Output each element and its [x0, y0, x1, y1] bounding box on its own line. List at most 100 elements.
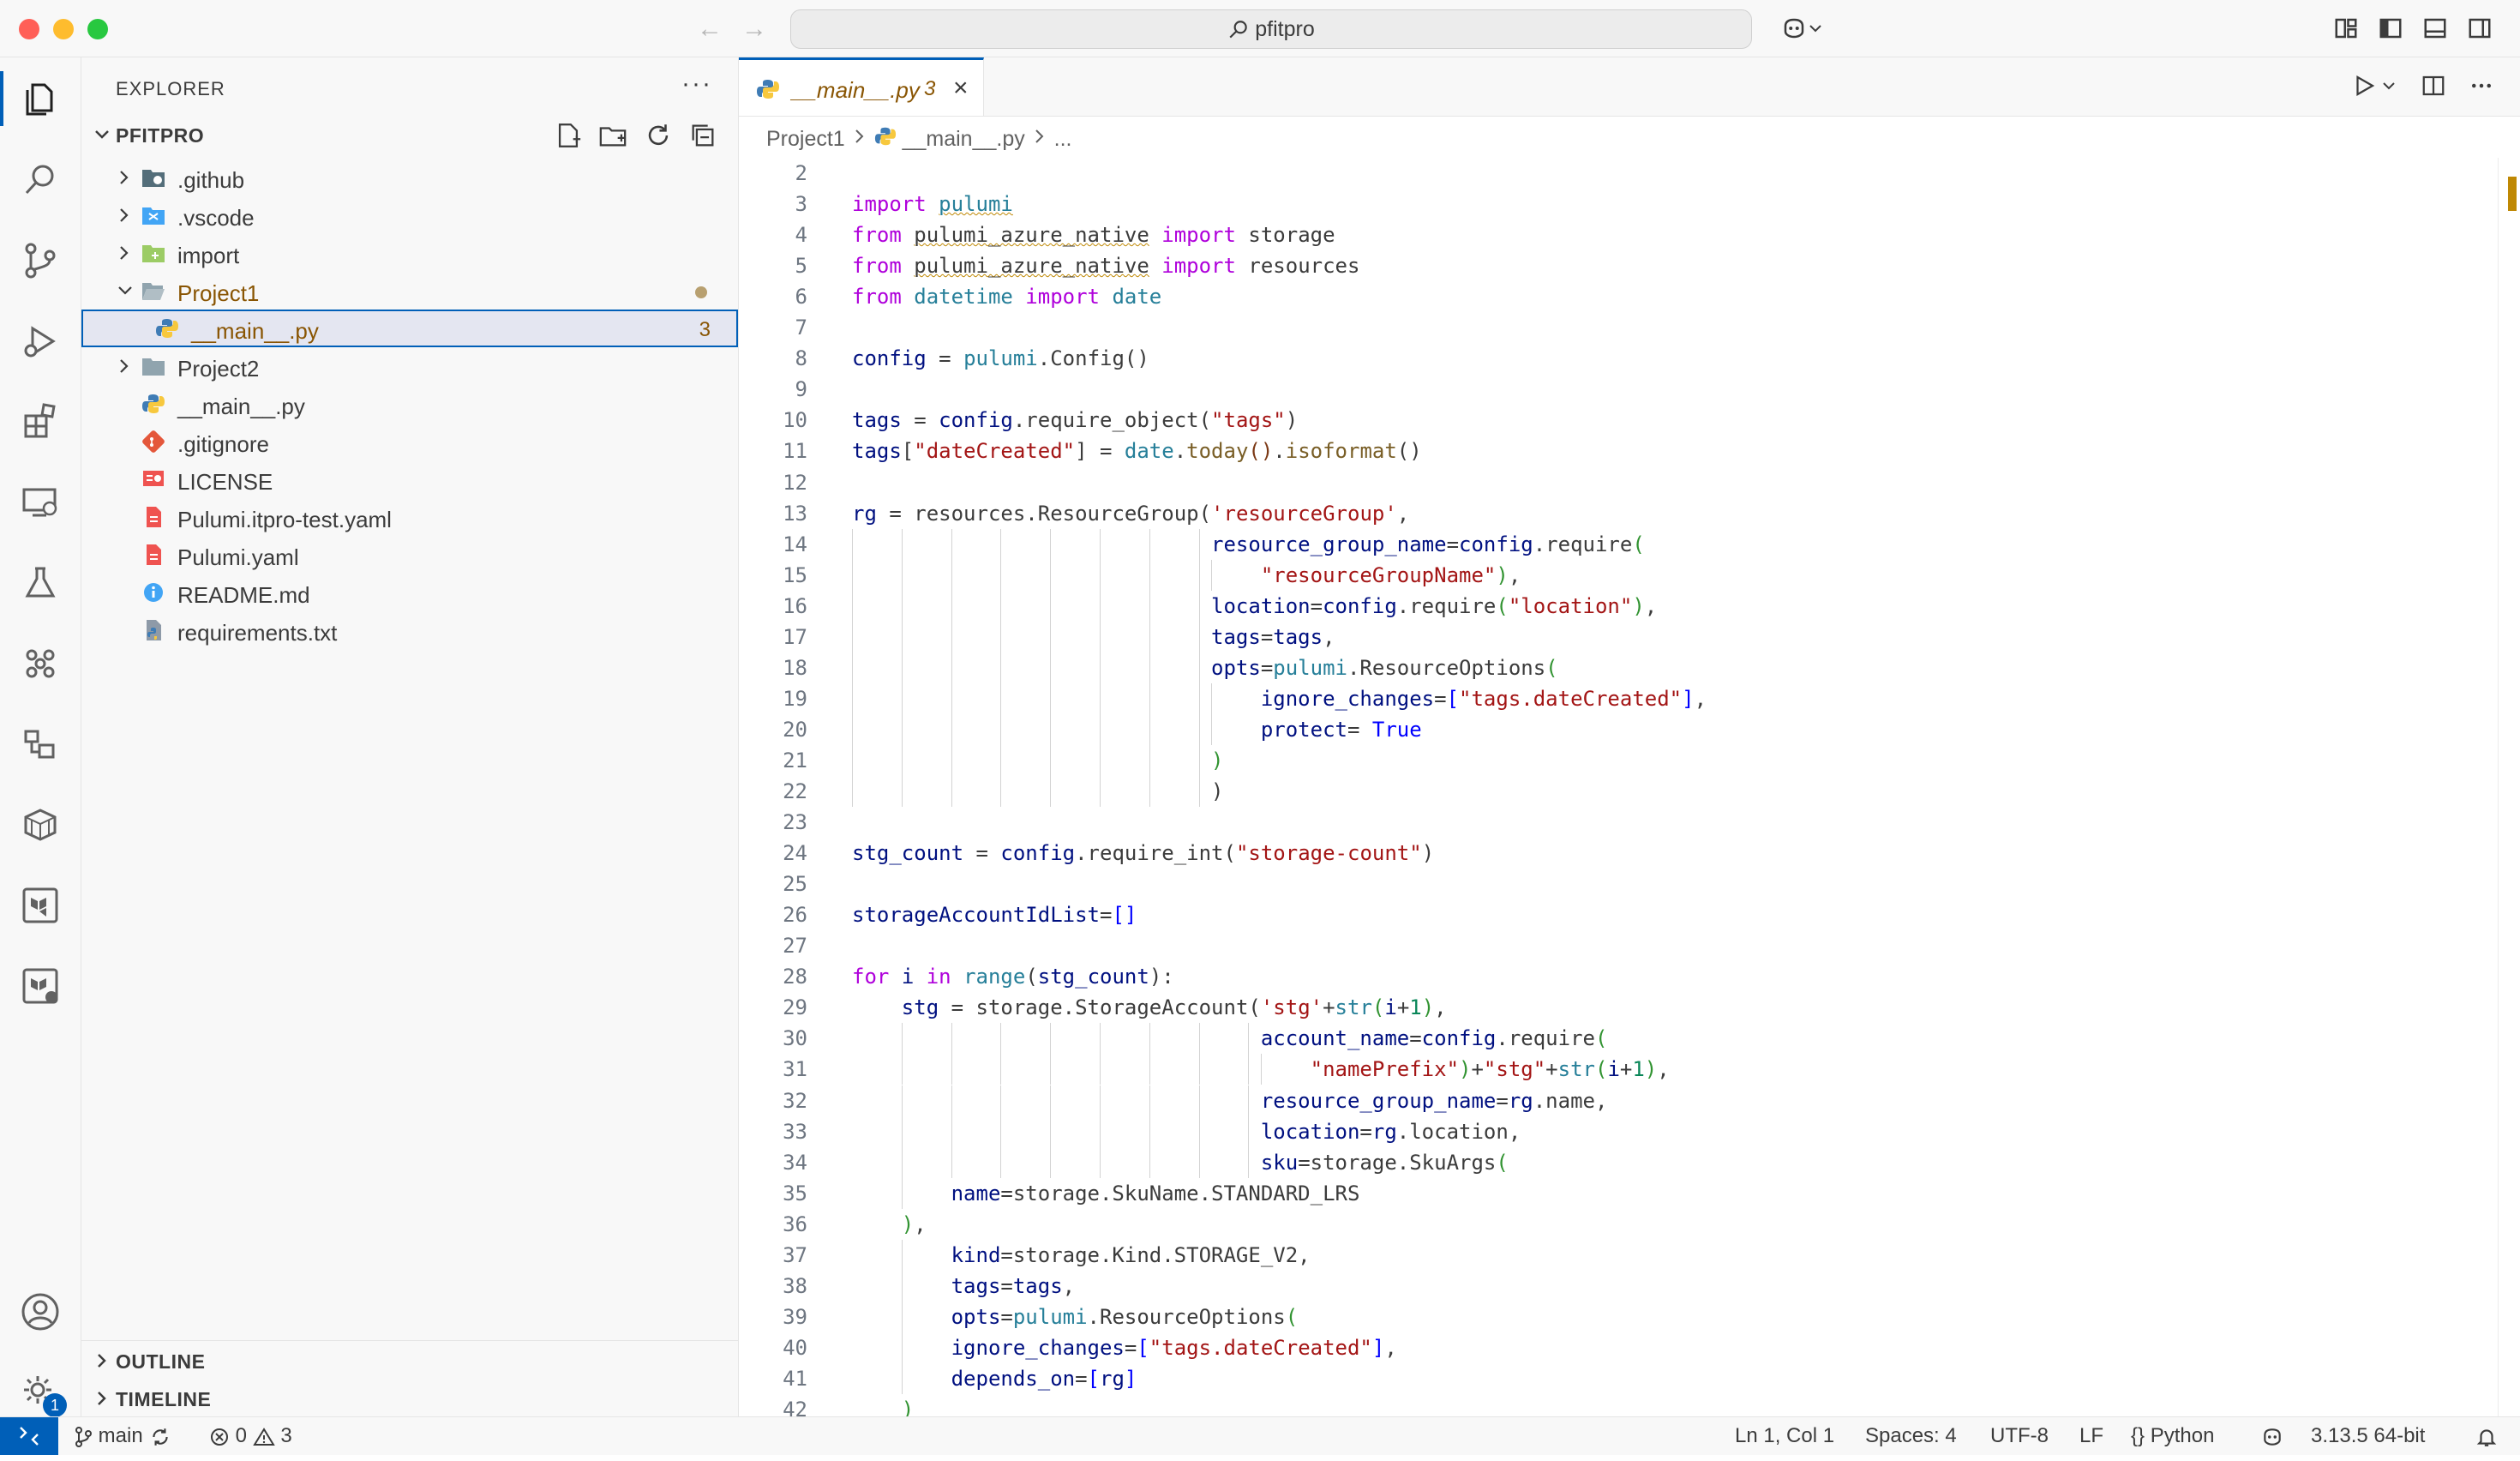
code-line[interactable]: 36 ),	[739, 1209, 2496, 1240]
code-line[interactable]: 15 "resourceGroupName"),	[739, 559, 2496, 591]
code-line[interactable]: 25	[739, 869, 2496, 899]
code-line[interactable]: 18 opts=pulumi.ResourceOptions(	[739, 652, 2496, 683]
tree-item-requirements-txt[interactable]: requirements.txt	[81, 611, 738, 649]
overview-ruler[interactable]	[2498, 158, 2520, 1416]
tree-item-pulumi-yaml[interactable]: Pulumi.yaml	[81, 536, 738, 574]
tree-item-main-py[interactable]: __main__.py	[81, 385, 738, 423]
account-icon[interactable]	[19, 1290, 62, 1333]
breadcrumb-folder[interactable]: Project1	[766, 127, 845, 151]
arrow-right-icon[interactable]: →	[739, 14, 770, 45]
testing-icon[interactable]	[19, 562, 62, 604]
code-line[interactable]: 33 location=rg.location,	[739, 1115, 2496, 1147]
code-line[interactable]: 21 )	[739, 744, 2496, 776]
terraform-cloud-icon[interactable]	[19, 965, 62, 1007]
outline-section-header[interactable]: OUTLINE	[81, 1342, 738, 1380]
code-line[interactable]: 39 opts=pulumi.ResourceOptions(	[739, 1301, 2496, 1332]
tree-item-project2[interactable]: Project2	[81, 347, 738, 385]
project-section-header[interactable]: PFITPRO	[81, 116, 738, 153]
collapse-all-icon[interactable]	[688, 121, 717, 150]
run-debug-icon[interactable]	[19, 320, 62, 363]
code-line[interactable]: 3 import pulumi	[739, 189, 2496, 219]
tree-item-gitignore[interactable]: .gitignore	[81, 423, 738, 460]
more-actions-icon[interactable]: ···	[681, 69, 712, 99]
code-line[interactable]: 6 from datetime import date	[739, 281, 2496, 312]
manage-gear-icon[interactable]: 1	[19, 1371, 67, 1417]
tree-item-import[interactable]: import	[81, 234, 738, 272]
copilot-status-icon[interactable]	[2259, 1424, 2285, 1448]
containers-icon[interactable]	[19, 803, 62, 846]
toggle-secondary-sidebar-icon[interactable]	[2467, 15, 2493, 41]
chevron-down-icon[interactable]	[2380, 73, 2397, 103]
tree-item-pulumi-itpro-test-yaml[interactable]: Pulumi.itpro-test.yaml	[81, 498, 738, 536]
code-line[interactable]: 2	[739, 158, 2496, 189]
code-line[interactable]: 22 )	[739, 776, 2496, 807]
tree-item-project1[interactable]: Project1	[81, 272, 738, 310]
toggle-panel-icon[interactable]	[2422, 15, 2448, 41]
code-line[interactable]: 8 config = pulumi.Config()	[739, 343, 2496, 374]
language-mode[interactable]: {} Python	[2131, 1424, 2214, 1448]
code-line[interactable]: 13 rg = resources.ResourceGroup('resource…	[739, 498, 2496, 529]
tree-item-main-py-project1[interactable]: __main__.py 3	[81, 310, 738, 347]
extensions-icon[interactable]	[19, 400, 62, 443]
code-line[interactable]: 14 resource_group_name=config.require(	[739, 528, 2496, 560]
code-line[interactable]: 16 location=config.require("location"),	[739, 590, 2496, 622]
code-line[interactable]: 28 for i in range(stg_count):	[739, 961, 2496, 992]
tree-item-readme[interactable]: README.md	[81, 574, 738, 611]
code-line[interactable]: 11 tags["dateCreated"] = date.today().iso…	[739, 436, 2496, 466]
code-editor[interactable]: 2 3 import pulumi 4 from pulumi_azure_native…	[739, 158, 2496, 1416]
python-interpreter[interactable]: 3.13.5 64-bit	[2311, 1424, 2425, 1448]
close-window-button[interactable]	[19, 19, 39, 39]
customize-layout-icon[interactable]	[2333, 15, 2359, 41]
toggle-primary-sidebar-icon[interactable]	[2378, 15, 2403, 41]
sync-icon[interactable]	[148, 1426, 172, 1448]
source-control-icon[interactable]	[19, 239, 62, 282]
more-actions-icon[interactable]	[2469, 73, 2494, 103]
breadcrumb-symbol[interactable]: ...	[1054, 127, 1072, 151]
code-line[interactable]: 30 account_name=config.require(	[739, 1023, 2496, 1055]
code-line[interactable]: 38 tags=tags,	[739, 1270, 2496, 1302]
close-icon[interactable]: ×	[953, 74, 969, 103]
chevron-down-icon[interactable]	[1807, 15, 1824, 41]
arrow-left-icon[interactable]: ←	[694, 14, 725, 45]
tree-item-vscode[interactable]: .vscode	[81, 196, 738, 234]
code-line[interactable]: 40 ignore_changes=["tags.dateCreated"],	[739, 1332, 2496, 1363]
remote-indicator[interactable]	[0, 1417, 58, 1455]
code-line[interactable]: 7	[739, 312, 2496, 343]
code-line[interactable]: 17 tags=tags,	[739, 621, 2496, 652]
remote-explorer-icon[interactable]	[19, 481, 62, 524]
new-file-icon[interactable]	[554, 121, 583, 150]
copilot-icon[interactable]	[1781, 15, 1807, 41]
code-line[interactable]: 37 kind=storage.Kind.STORAGE_V2,	[739, 1239, 2496, 1271]
code-line[interactable]: 35 name=storage.SkuName.STANDARD_LRS	[739, 1177, 2496, 1209]
branch-indicator[interactable]: main	[74, 1424, 172, 1448]
run-python-icon[interactable]	[2351, 73, 2377, 103]
refresh-icon[interactable]	[644, 121, 673, 150]
pulumi-icon[interactable]	[19, 642, 62, 685]
indentation[interactable]: Spaces: 4	[1865, 1424, 1957, 1448]
problems-indicator[interactable]: 0 3	[209, 1424, 292, 1448]
new-folder-icon[interactable]	[598, 121, 627, 150]
terraform-icon[interactable]	[19, 884, 62, 927]
code-line[interactable]: 34 sku=storage.SkuArgs(	[739, 1146, 2496, 1178]
notifications-bell-icon[interactable]	[2475, 1424, 2498, 1448]
end-of-line[interactable]: LF	[2079, 1424, 2103, 1448]
code-line[interactable]: 5 from pulumi_azure_native import resourc…	[739, 250, 2496, 281]
code-line[interactable]: 32 resource_group_name=rg.name,	[739, 1085, 2496, 1116]
code-line[interactable]: 31 "namePrefix")+"stg"+str(i+1),	[739, 1054, 2496, 1085]
tree-item-license[interactable]: LICENSE	[81, 460, 738, 498]
split-editor-icon[interactable]	[2421, 73, 2446, 103]
code-line[interactable]: 10 tags = config.require_object("tags")	[739, 405, 2496, 436]
code-line[interactable]: 12	[739, 467, 2496, 498]
code-line[interactable]: 24 stg_count = config.require_int("storag…	[739, 838, 2496, 869]
code-line[interactable]: 19 ignore_changes=["tags.dateCreated"],	[739, 682, 2496, 714]
cursor-position[interactable]: Ln 1, Col 1	[1735, 1424, 1834, 1448]
docker-icon[interactable]	[19, 723, 62, 766]
code-line[interactable]: 4 from pulumi_azure_native import storage	[739, 219, 2496, 250]
timeline-section-header[interactable]: TIMELINE	[81, 1380, 738, 1417]
explorer-icon[interactable]	[19, 78, 62, 121]
breadcrumb-file[interactable]: __main__.py	[903, 127, 1025, 151]
code-line[interactable]: 26 storageAccountIdList=[]	[739, 899, 2496, 930]
tree-item-github[interactable]: .github	[81, 159, 738, 196]
code-line[interactable]: 29 stg = storage.StorageAccount('stg'+st…	[739, 992, 2496, 1023]
search-icon[interactable]	[19, 159, 62, 201]
